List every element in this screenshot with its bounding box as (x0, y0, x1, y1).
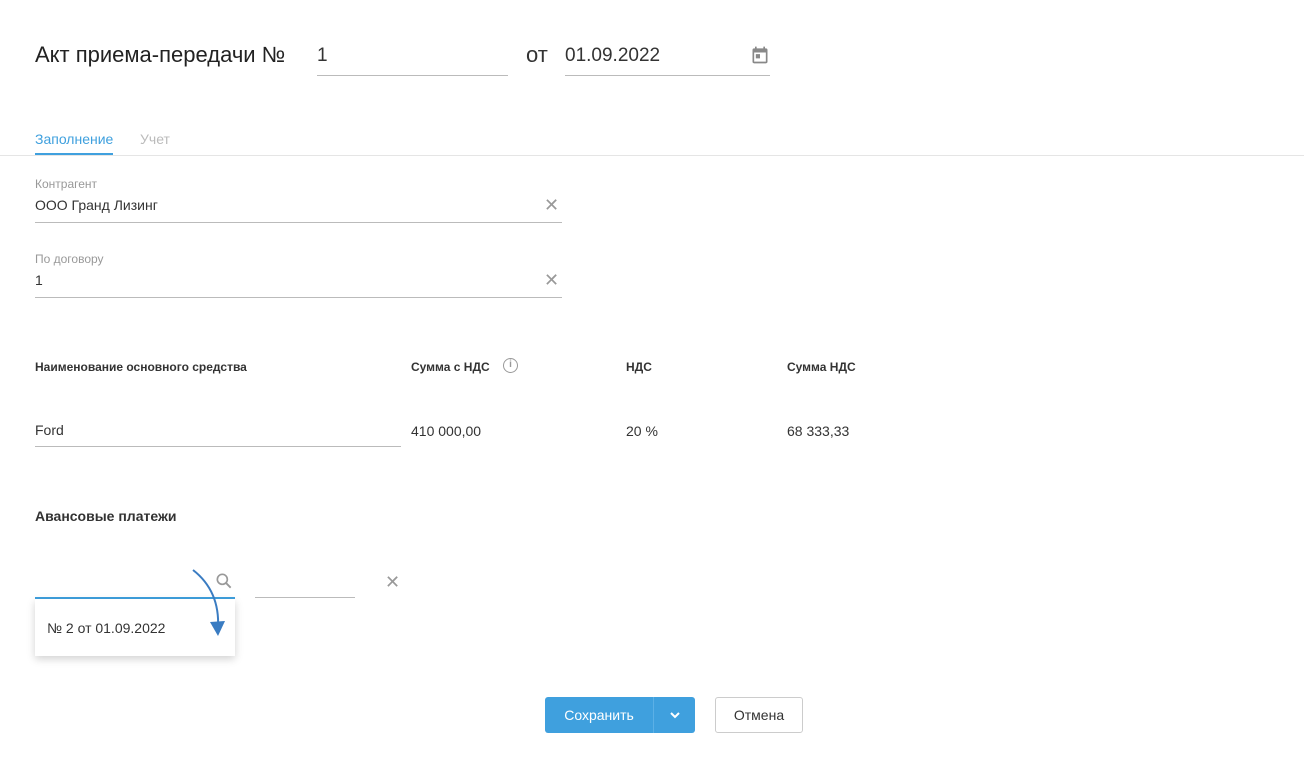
page-title: Акт приема-передачи № (35, 42, 286, 67)
clear-counterparty-icon[interactable]: ✕ (544, 195, 559, 216)
from-label: от (526, 42, 548, 67)
contract-input[interactable]: 1 (35, 272, 562, 298)
save-button[interactable]: Сохранить (545, 697, 653, 733)
info-icon[interactable]: i (503, 358, 518, 373)
counterparty-label: Контрагент (35, 177, 98, 191)
tabs-divider (0, 155, 1304, 156)
clear-contract-icon[interactable]: ✕ (544, 270, 559, 291)
save-options-button[interactable] (653, 697, 695, 733)
calendar-icon[interactable] (750, 45, 770, 65)
asset-name-input[interactable]: Ford (35, 422, 401, 447)
col-name: Наименование основного средства (35, 360, 247, 374)
advances-title: Авансовые платежи (35, 508, 177, 524)
vat-value: 20 % (626, 423, 658, 439)
tab-fill[interactable]: Заполнение (35, 131, 114, 155)
date-input[interactable]: 01.09.2022 (565, 42, 770, 76)
col-vat: НДС (626, 360, 652, 374)
contract-label: По договору (35, 252, 104, 266)
clear-advance-icon[interactable]: ✕ (385, 572, 400, 593)
col-vat-sum: Сумма НДС (787, 360, 856, 374)
tab-accounting[interactable]: Учет (140, 131, 170, 147)
cancel-button[interactable]: Отмена (715, 697, 803, 733)
col-sum: Сумма с НДС (411, 360, 490, 374)
vat-sum-value: 68 333,33 (787, 423, 850, 439)
advance-amount-input[interactable] (255, 572, 355, 598)
number-input[interactable]: 1 (317, 42, 508, 76)
sum-value: 410 000,00 (411, 423, 482, 439)
chevron-down-icon (669, 712, 680, 719)
arrow-annotation-icon (192, 569, 225, 636)
counterparty-input[interactable]: ООО Гранд Лизинг (35, 197, 562, 223)
